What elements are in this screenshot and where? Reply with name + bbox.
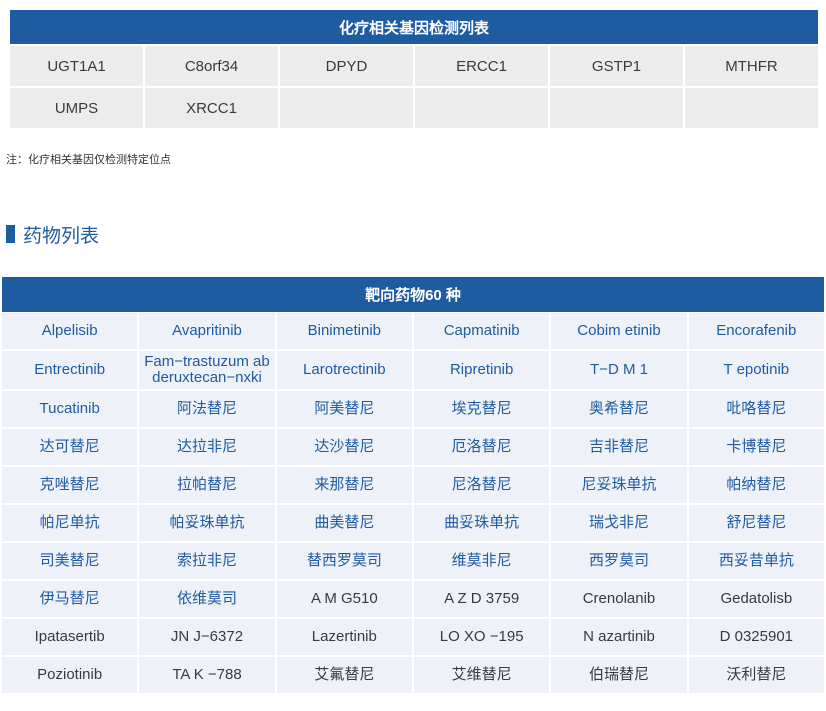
drug-cell: Encorafenib <box>688 313 824 349</box>
drug-cell: N azartinib <box>551 619 687 655</box>
drug-cell: 依维莫司 <box>139 581 275 617</box>
drug-cell: 帕尼单抗 <box>2 505 138 541</box>
drug-cell: Ipatasertib <box>2 619 138 655</box>
drug-cell: 卡博替尼 <box>688 429 824 465</box>
drug-cell: 伯瑞替尼 <box>551 657 687 693</box>
gene-cell-empty <box>550 88 683 128</box>
drug-cell: 阿法替尼 <box>139 391 275 427</box>
drug-cell: T epotinib <box>688 351 824 389</box>
drug-cell: 达可替尼 <box>2 429 138 465</box>
drug-cell: 司美替尼 <box>2 543 138 579</box>
drug-cell: 埃克替尼 <box>413 391 550 427</box>
drug-cell: Lazertinib <box>276 619 412 655</box>
drug-section-heading: 药物列表 <box>6 223 100 247</box>
drug-cell: Alpelisib <box>2 313 138 349</box>
drug-cell: TA K −788 <box>139 657 275 693</box>
drug-cell: 曲美替尼 <box>276 505 412 541</box>
drug-cell: Gedatolisb <box>688 581 824 617</box>
drug-cell: 维莫非尼 <box>413 543 550 579</box>
drug-cell: A Z D 3759 <box>413 581 550 617</box>
drug-cell: 舒尼替尼 <box>688 505 824 541</box>
drug-cell: A M G510 <box>276 581 412 617</box>
drug-cell: Tucatinib <box>2 391 138 427</box>
drug-cell: 来那替尼 <box>276 467 412 503</box>
gene-table: UGT1A1 C8orf34 DPYD ERCC1 GSTP1 MTHFR UMPS XRCC… <box>10 46 818 128</box>
drug-cell: T−D M 1 <box>551 351 687 389</box>
drug-cell: Larotrectinib <box>276 351 412 389</box>
gene-cell: UGT1A1 <box>10 46 143 86</box>
gene-table-title: 化疗相关基因检测列表 <box>10 10 818 44</box>
drug-cell: 西罗莫司 <box>551 543 687 579</box>
gene-cell-empty <box>415 88 548 128</box>
drug-cell: 艾维替尼 <box>413 657 550 693</box>
drug-cell: Avapritinib <box>139 313 275 349</box>
gene-cell: UMPS <box>10 88 143 128</box>
drug-cell: 西妥昔单抗 <box>688 543 824 579</box>
drug-cell: Capmatinib <box>413 313 550 349</box>
gene-cell-empty <box>280 88 413 128</box>
drug-cell: 索拉非尼 <box>139 543 275 579</box>
drug-cell: 吡咯替尼 <box>688 391 824 427</box>
drug-cell: Crenolanib <box>551 581 687 617</box>
gene-cell: DPYD <box>280 46 413 86</box>
drug-cell: LO XO −195 <box>413 619 550 655</box>
gene-note: 注：化疗相关基因仅检测特定位点 <box>6 154 171 166</box>
drug-cell: Binimetinib <box>276 313 412 349</box>
gene-cell-empty <box>685 88 818 128</box>
drug-cell: 奥希替尼 <box>551 391 687 427</box>
drug-cell: 瑞戈非尼 <box>551 505 687 541</box>
gene-cell: C8orf34 <box>145 46 278 86</box>
drug-table-title: 靶向药物60 种 <box>2 277 824 312</box>
drug-cell: 达拉非尼 <box>139 429 275 465</box>
drug-cell: 伊马替尼 <box>2 581 138 617</box>
drug-cell: 吉非替尼 <box>551 429 687 465</box>
drug-cell: 帕纳替尼 <box>688 467 824 503</box>
drug-cell: 尼洛替尼 <box>413 467 550 503</box>
drug-cell: Ripretinib <box>413 351 550 389</box>
drug-cell: Fam−trastuzum ab deruxtecan−nxki <box>139 351 275 389</box>
drug-cell: 尼妥珠单抗 <box>551 467 687 503</box>
drug-cell: Entrectinib <box>2 351 138 389</box>
drug-cell: 克唑替尼 <box>2 467 138 503</box>
drug-cell: Poziotinib <box>2 657 138 693</box>
drug-cell: 帕妥珠单抗 <box>139 505 275 541</box>
drug-cell: 阿美替尼 <box>276 391 412 427</box>
gene-cell: ERCC1 <box>415 46 548 86</box>
drug-cell: 拉帕替尼 <box>139 467 275 503</box>
gene-cell: MTHFR <box>685 46 818 86</box>
drug-cell: Cobim etinib <box>551 313 687 349</box>
drug-cell: 艾氟替尼 <box>276 657 412 693</box>
section-title: 药物列表 <box>23 225 100 247</box>
drug-cell: 替西罗莫司 <box>276 543 412 579</box>
drug-cell: JN J−6372 <box>139 619 275 655</box>
section-marker-bar <box>6 225 15 243</box>
drug-cell: D 0325901 <box>688 619 824 655</box>
gene-cell: GSTP1 <box>550 46 683 86</box>
gene-cell: XRCC1 <box>145 88 278 128</box>
drug-table: Alpelisib Avapritinib Binimetinib Capmatini… <box>2 313 824 693</box>
drug-cell: 厄洛替尼 <box>413 429 550 465</box>
drug-cell: 曲妥珠单抗 <box>413 505 550 541</box>
drug-cell: 达沙替尼 <box>276 429 412 465</box>
drug-cell: 沃利替尼 <box>688 657 824 693</box>
